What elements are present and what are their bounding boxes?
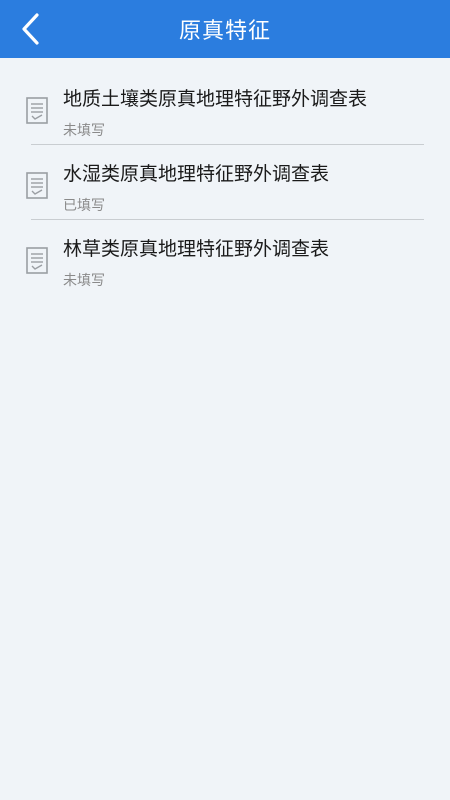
- page-title: 原真特征: [178, 19, 271, 44]
- list-item-geology-soil-form[interactable]: 地质土壤类原真地理特征野外调查表 未填写: [0, 70, 450, 145]
- list-item-title: 水湿类原真地理特征野外调查表: [63, 163, 330, 185]
- top-app-bar: 原真特征: [0, 0, 450, 58]
- list-item-status: 未填写: [63, 273, 105, 289]
- list-item-title: 地质土壤类原真地理特征野外调查表: [63, 88, 368, 110]
- form-document-icon: [26, 172, 48, 199]
- form-document-icon: [26, 97, 48, 124]
- survey-form-list: 地质土壤类原真地理特征野外调查表 未填写 水湿类原真地理特征野外调查表 已填写 …: [0, 70, 450, 295]
- list-item-status: 已填写: [63, 198, 105, 214]
- list-item-title: 林草类原真地理特征野外调查表: [63, 238, 330, 260]
- list-item-forest-grass-form[interactable]: 林草类原真地理特征野外调查表 未填写: [0, 220, 450, 295]
- chevron-left-icon: [22, 13, 39, 45]
- form-document-icon: [26, 247, 48, 274]
- list-item-status: 未填写: [63, 123, 105, 139]
- back-button[interactable]: [8, 7, 52, 51]
- list-item-water-wetland-form[interactable]: 水湿类原真地理特征野外调查表 已填写: [0, 145, 450, 220]
